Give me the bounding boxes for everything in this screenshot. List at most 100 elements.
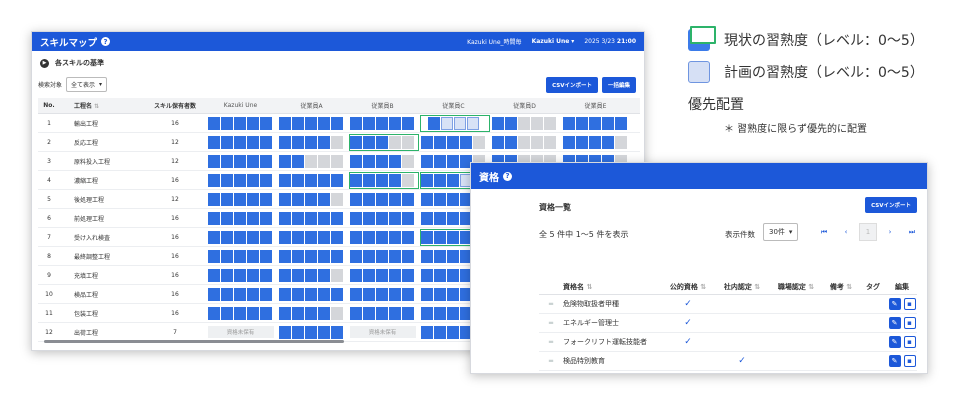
current-level-block	[247, 306, 259, 320]
csv-import-button[interactable]: CSVインポート	[546, 76, 598, 93]
col-workplace[interactable]: 職場認定 ⇅	[769, 282, 823, 292]
skill-cell[interactable]	[347, 133, 419, 151]
last-page-icon[interactable]: ⏭	[903, 228, 921, 237]
current-level-block	[350, 287, 362, 301]
skill-cell[interactable]	[347, 211, 418, 225]
skill-cell[interactable]	[347, 154, 418, 168]
skill-cell[interactable]	[560, 116, 631, 130]
help-icon[interactable]: ?	[503, 171, 512, 181]
account-menu[interactable]: Kazuki Une ▾	[532, 38, 575, 45]
current-level-block	[402, 230, 414, 244]
skill-cell[interactable]	[489, 135, 560, 149]
drag-handle-icon[interactable]: ═	[539, 319, 563, 327]
trash-icon[interactable]: ▪	[903, 298, 916, 310]
edit-icon[interactable]: ✎	[888, 336, 901, 348]
bulk-edit-button[interactable]: 一括編集	[601, 76, 636, 93]
current-level-block	[363, 306, 375, 320]
process-name: 受け入れ検査	[74, 234, 111, 242]
skill-cell[interactable]	[347, 171, 419, 189]
skill-cell[interactable]	[205, 192, 276, 206]
current-level-block	[279, 287, 291, 301]
skill-cell[interactable]	[205, 135, 276, 149]
skill-cell[interactable]	[205, 154, 276, 168]
current-level-block	[434, 325, 446, 339]
drag-handle-icon[interactable]: ═	[539, 338, 563, 346]
col-public-label: 公的資格	[669, 282, 698, 291]
col-internal[interactable]: 社内認定 ⇅	[715, 282, 769, 292]
skill-cell[interactable]	[205, 287, 276, 301]
skill-cell[interactable]	[205, 306, 276, 320]
current-level-block	[376, 211, 388, 225]
col-employee: 従業員A	[300, 103, 323, 110]
skill-cell[interactable]	[276, 268, 347, 282]
skill-cell[interactable]	[205, 230, 276, 244]
per-page-select[interactable]: 30件 ▾	[763, 223, 799, 241]
trash-icon[interactable]: ▪	[903, 317, 916, 329]
current-level-block	[247, 249, 259, 263]
trash-icon[interactable]: ▪	[903, 355, 916, 367]
current-page[interactable]: 1	[859, 223, 877, 241]
filter-select[interactable]: 全て表示 ▾	[66, 77, 108, 92]
skill-cell[interactable]	[276, 173, 347, 187]
skill-cell[interactable]	[489, 116, 560, 130]
skill-cell[interactable]	[347, 306, 418, 320]
skill-cell[interactable]	[205, 173, 276, 187]
col-name[interactable]: 資格名 ⇅	[563, 282, 661, 292]
skill-cell[interactable]	[347, 268, 418, 282]
skill-cell[interactable]: 資格未保有	[347, 326, 418, 338]
skill-cell[interactable]	[205, 268, 276, 282]
next-page-icon[interactable]: ›	[881, 228, 899, 236]
legend-priority: 優先配置	[688, 26, 924, 116]
priority-swatch	[690, 26, 716, 44]
csv-import-button[interactable]: CSVインポート	[865, 197, 917, 213]
skill-cell[interactable]	[347, 287, 418, 301]
skill-cell[interactable]: 資格未保有	[205, 326, 276, 338]
current-level-block	[363, 287, 375, 301]
skill-cell[interactable]	[276, 230, 347, 244]
first-page-icon[interactable]: ⏮	[815, 228, 833, 237]
skill-holder-count: 16	[171, 271, 179, 279]
current-level-block	[305, 306, 317, 320]
prev-page-icon[interactable]: ‹	[837, 228, 855, 236]
skill-cell[interactable]	[276, 325, 347, 339]
skill-cell[interactable]	[205, 249, 276, 263]
skill-cell[interactable]	[276, 306, 347, 320]
help-icon[interactable]: ?	[101, 37, 111, 46]
drag-handle-icon[interactable]: ═	[539, 300, 563, 308]
skill-cell[interactable]	[347, 192, 418, 206]
skill-cell[interactable]	[418, 135, 489, 149]
edit-icon[interactable]: ✎	[888, 355, 901, 367]
col-public[interactable]: 公的資格 ⇅	[661, 282, 715, 292]
skill-cell[interactable]	[347, 116, 418, 130]
skill-cell[interactable]	[205, 116, 276, 130]
skill-cell[interactable]	[347, 230, 418, 244]
current-level-block	[318, 268, 330, 282]
current-level-block	[421, 154, 433, 168]
row-number: 6	[47, 214, 51, 222]
edit-icon[interactable]: ✎	[888, 298, 901, 310]
skill-cell[interactable]	[347, 249, 418, 263]
planned-level-swatch	[688, 61, 710, 83]
skill-cell[interactable]	[205, 211, 276, 225]
skill-cell[interactable]	[276, 192, 347, 206]
skill-cell[interactable]	[276, 211, 347, 225]
current-level-block	[447, 325, 459, 339]
col-process[interactable]: 工程名 ⇅	[60, 101, 145, 110]
skill-cell[interactable]	[276, 154, 347, 168]
col-remarks[interactable]: 備考 ⇅	[823, 282, 859, 292]
current-level-block	[350, 154, 362, 168]
skill-cell[interactable]	[276, 135, 347, 149]
current-level-block	[460, 135, 472, 149]
current-level-block	[402, 116, 414, 130]
trash-icon[interactable]: ▪	[903, 336, 916, 348]
edit-icon[interactable]: ✎	[888, 317, 901, 329]
skill-cell[interactable]	[560, 135, 631, 149]
skill-cell[interactable]	[276, 116, 347, 130]
col-tag: タグ	[866, 282, 880, 291]
drag-handle-icon[interactable]: ═	[539, 357, 563, 365]
skill-cell[interactable]	[276, 287, 347, 301]
skill-cell[interactable]	[418, 114, 490, 132]
skill-cell[interactable]	[276, 249, 347, 263]
basis-section[interactable]: ▶ 各スキルの基準	[32, 51, 644, 68]
scrollbar-thumb[interactable]	[44, 340, 344, 343]
